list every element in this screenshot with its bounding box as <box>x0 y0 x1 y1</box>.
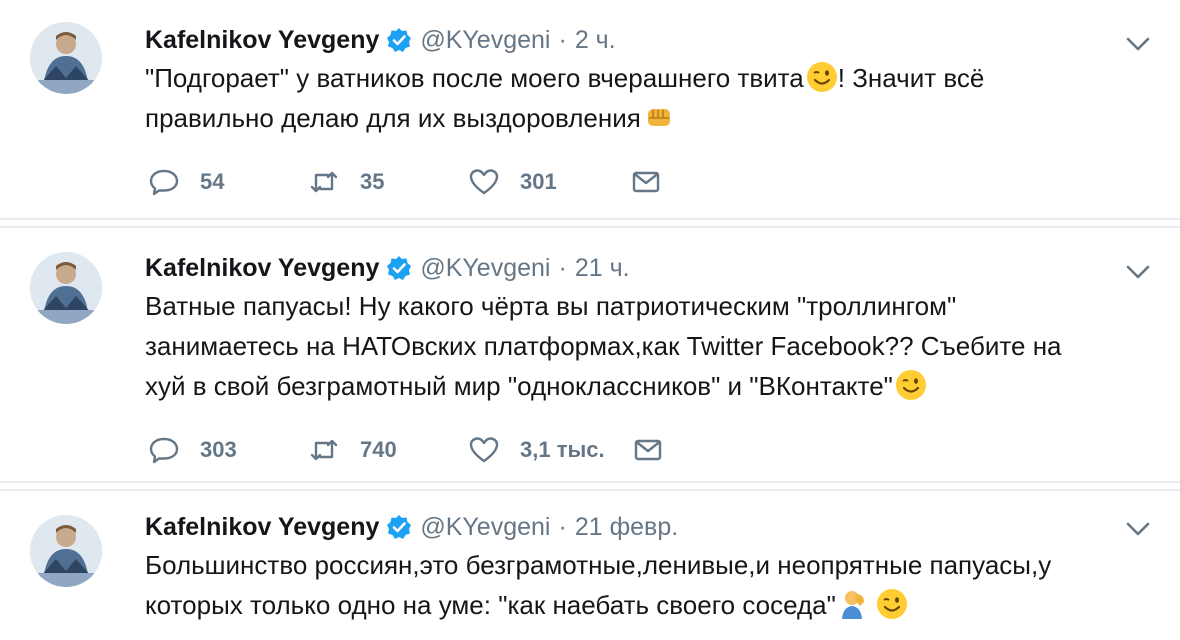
tweet-text-line: хуй в свой безграмотный мир "одноклассни… <box>145 371 893 401</box>
tweet[interactable]: Kafelnikov Yevgeny @KYevgeni · 2 ч. "Под… <box>0 0 1180 220</box>
winking-face-emoji <box>876 588 908 620</box>
tweet-text-line: Ватные папуасы! Ну какого чёрта вы патри… <box>145 291 957 321</box>
like-count: 301 <box>520 169 557 194</box>
tweet-text-line: ! Значит всё <box>837 63 985 93</box>
reply-button[interactable]: 303 <box>148 430 237 470</box>
tweet-text: Большинство россиян,это безграмотные,лен… <box>145 545 1155 625</box>
winking-face-emoji <box>895 369 927 401</box>
tweet-text-line: "Подгорает" у ватников после моего вчера… <box>145 63 804 93</box>
verified-badge-icon <box>386 514 412 540</box>
separator-dot: · <box>558 25 567 54</box>
chevron-down-icon[interactable] <box>1126 521 1150 537</box>
tweet-text: Ватные папуасы! Ну какого чёрта вы патри… <box>145 286 1155 406</box>
heart-icon <box>469 437 499 463</box>
tweet-text-line: правильно делаю для их выздоровления <box>145 103 641 133</box>
reply-bubble-icon <box>149 437 179 464</box>
like-count: 3,1 тыс. <box>520 437 605 462</box>
tweet-header: Kafelnikov Yevgeny @KYevgeni · 21 февр. <box>145 509 678 545</box>
tweet-text: "Подгорает" у ватников после моего вчера… <box>145 58 1155 138</box>
verified-badge-icon <box>386 27 412 53</box>
separator-dot: · <box>558 512 567 541</box>
retweet-count: 740 <box>360 437 397 462</box>
author-name[interactable]: Kafelnikov Yevgeny <box>145 254 379 283</box>
reply-button[interactable]: 54 <box>148 162 224 202</box>
verified-badge-icon <box>386 255 412 281</box>
tweet[interactable]: Kafelnikov Yevgeny @KYevgeni · 21 ч. Ват… <box>0 226 1180 483</box>
tweet-header: Kafelnikov Yevgeny @KYevgeni · 21 ч. <box>145 250 630 286</box>
facepalm-emoji <box>838 588 870 620</box>
oncoming-fist-emoji <box>643 101 675 133</box>
tweet-header: Kafelnikov Yevgeny @KYevgeni · 2 ч. <box>145 22 616 58</box>
like-button[interactable]: 3,1 тыс. <box>468 430 605 470</box>
direct-message-button[interactable] <box>630 162 682 202</box>
direct-message-button[interactable] <box>632 430 684 470</box>
reply-count: 303 <box>200 437 237 462</box>
timestamp[interactable]: 21 ч. <box>575 254 630 283</box>
tweet-text-line: Большинство россиян,это безграмотные,лен… <box>145 550 1052 580</box>
retweet-button[interactable]: 740 <box>308 430 397 470</box>
author-handle[interactable]: @KYevgeni <box>420 513 550 542</box>
author-handle[interactable]: @KYevgeni <box>420 26 550 55</box>
retweet-icon <box>310 171 338 193</box>
chevron-down-icon[interactable] <box>1126 264 1150 280</box>
timestamp[interactable]: 21 февр. <box>575 513 678 542</box>
author-handle[interactable]: @KYevgeni <box>420 254 550 283</box>
avatar[interactable] <box>30 22 102 94</box>
retweet-button[interactable]: 35 <box>308 162 384 202</box>
winking-face-emoji <box>806 61 838 93</box>
tweet-actions: 54 35 301 <box>145 162 705 202</box>
tweet-text-line: которых только одно на уме: "как наебать… <box>145 590 836 620</box>
chevron-down-icon[interactable] <box>1126 36 1150 52</box>
tweet[interactable]: Kafelnikov Yevgeny @KYevgeni · 21 февр. … <box>0 489 1180 640</box>
tweet-text-line: занимаетесь на НАТОвских платформах,как … <box>145 331 1062 361</box>
envelope-icon <box>632 171 660 193</box>
author-name[interactable]: Kafelnikov Yevgeny <box>145 513 379 542</box>
avatar[interactable] <box>30 252 102 324</box>
like-button[interactable]: 301 <box>468 162 557 202</box>
reply-bubble-icon <box>149 169 179 196</box>
heart-icon <box>469 169 499 195</box>
reply-count: 54 <box>200 169 225 194</box>
tweet-actions: 303 740 3,1 тыс. <box>145 430 705 470</box>
retweet-count: 35 <box>360 169 385 194</box>
timestamp[interactable]: 2 ч. <box>575 26 616 55</box>
envelope-icon <box>634 439 662 461</box>
avatar[interactable] <box>30 515 102 587</box>
author-name[interactable]: Kafelnikov Yevgeny <box>145 26 379 55</box>
retweet-icon <box>310 439 338 461</box>
separator-dot: · <box>558 253 567 282</box>
